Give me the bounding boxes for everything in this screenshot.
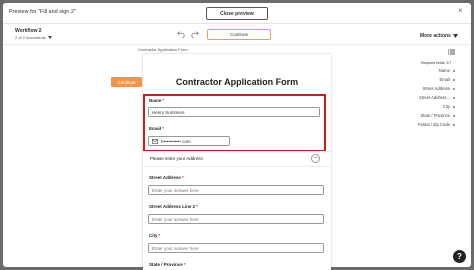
document-label: Contractor Application Form <box>138 47 188 52</box>
continue-button[interactable]: Continue <box>207 29 271 40</box>
chevron-down-icon <box>452 34 458 38</box>
field-status-dot <box>453 97 455 99</box>
city-placeholder: Enter your answer here <box>152 245 199 251</box>
email-field[interactable]: h•••••••••••.com <box>148 136 230 146</box>
form-title: Contractor Application Form <box>175 77 299 87</box>
documents-count: 2 of 2 documents <box>15 35 46 40</box>
form-page: Contractor Application Form <box>143 54 331 270</box>
street-address-label: Street Address* <box>149 175 184 180</box>
undo-icon[interactable] <box>177 30 185 38</box>
email-label: Email* <box>149 126 164 131</box>
field-status-dot <box>453 70 455 72</box>
chevron-down-icon <box>47 36 52 39</box>
more-actions-button[interactable]: More actions <box>420 33 458 39</box>
name-field[interactable]: Henry Summers <box>148 107 320 117</box>
section-divider <box>143 166 331 167</box>
field-status-dot <box>453 124 455 126</box>
panel-item-street-address-2[interactable]: Street Address... <box>419 95 450 100</box>
state-label-text: State / Province <box>149 262 183 267</box>
street-address-label-text: Street Address <box>149 175 181 180</box>
field-status-dot <box>453 106 455 108</box>
required-fields-count: Required fields: 2/7 <box>421 61 452 65</box>
field-status-dot <box>453 115 455 117</box>
close-icon[interactable]: × <box>458 7 463 15</box>
help-button[interactable]: ? <box>453 250 466 263</box>
street-address-2-label: Street Address Line 2* <box>149 204 198 209</box>
email-label-text: Email <box>149 126 162 131</box>
preview-header: Preview for "Fill and sign 2" Close prev… <box>3 3 471 24</box>
required-marker: * <box>183 262 186 267</box>
city-input[interactable]: Enter your answer here <box>148 243 324 253</box>
address-section-title: Please enter your Address <box>150 156 203 161</box>
envelope-icon <box>152 138 158 144</box>
documents-selector[interactable]: 2 of 2 documents <box>15 35 52 40</box>
required-marker: * <box>196 204 198 209</box>
name-label-text: Name <box>149 98 162 103</box>
street-address-placeholder: Enter your answer here <box>152 187 199 193</box>
workflow-toolbar: Workflow 2 2 of 2 documents Continue Mor… <box>3 24 471 45</box>
collapse-section-button[interactable]: − <box>311 154 320 163</box>
panel-item-name[interactable]: Name <box>439 68 450 73</box>
workflow-name: Workflow 2 <box>15 28 42 34</box>
city-label-text: City <box>149 233 158 238</box>
required-marker: * <box>162 126 164 131</box>
more-actions-label: More actions <box>420 33 451 39</box>
panel-item-street-address[interactable]: Street Address <box>423 86 450 91</box>
street-address-2-label-text: Street Address Line 2 <box>149 204 196 209</box>
name-label: Name* <box>149 98 164 103</box>
side-continue-button[interactable]: Continue <box>111 77 142 87</box>
redo-icon[interactable] <box>191 30 199 38</box>
section-divider <box>143 151 331 152</box>
street-address-2-input[interactable]: Enter your answer here <box>148 214 324 224</box>
street-address-2-placeholder: Enter your answer here <box>152 216 199 222</box>
street-address-input[interactable]: Enter your answer here <box>148 185 324 195</box>
field-status-dot <box>453 88 455 90</box>
panel-item-postal-code[interactable]: Postal / Zip Code <box>418 122 450 127</box>
fields-list-icon[interactable] <box>448 49 455 55</box>
email-value: h•••••••••••.com <box>161 138 191 144</box>
preview-title: Preview for "Fill and sign 2" <box>9 9 76 15</box>
required-marker: * <box>158 233 161 238</box>
panel-item-email[interactable]: Email <box>440 77 450 82</box>
close-preview-button[interactable]: Close preview <box>206 7 268 20</box>
state-label: State / Province* <box>149 262 186 267</box>
city-label: City* <box>149 233 160 238</box>
field-status-dot <box>453 79 455 81</box>
required-marker: * <box>162 98 165 103</box>
panel-item-state[interactable]: State / Province <box>420 113 450 118</box>
required-marker: * <box>181 175 184 180</box>
panel-item-city[interactable]: City <box>443 104 450 109</box>
name-value: Henry Summers <box>152 109 185 115</box>
